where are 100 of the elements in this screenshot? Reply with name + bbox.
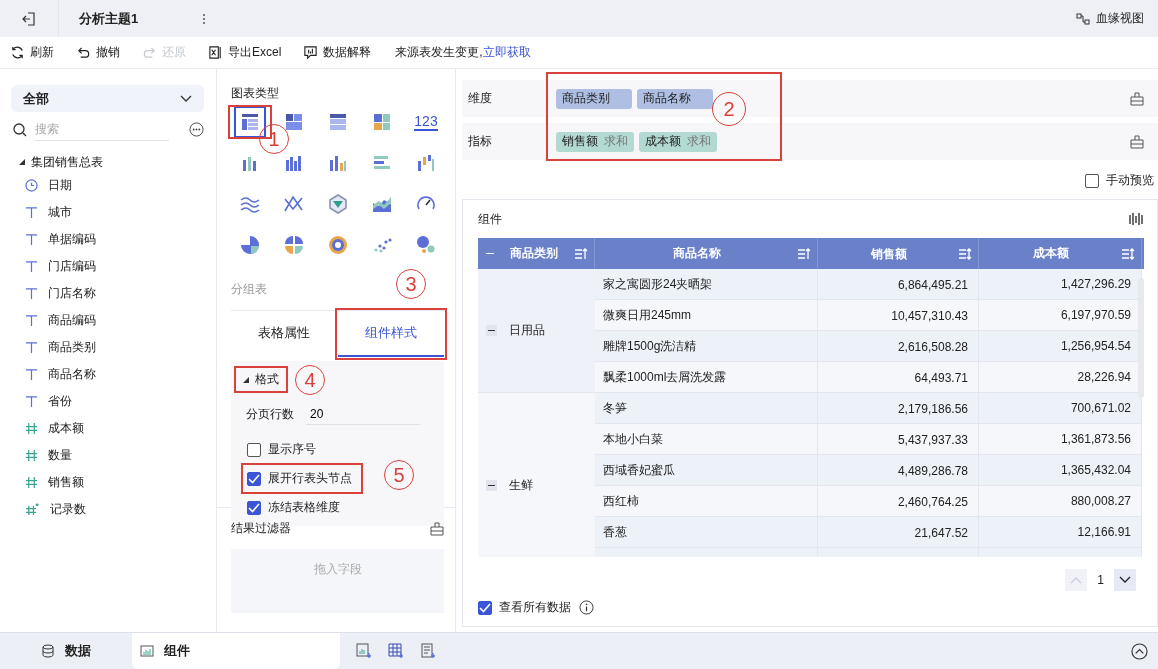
field-item[interactable]: 数量 bbox=[11, 442, 204, 469]
exit-icon[interactable] bbox=[21, 10, 37, 27]
toolbar-button[interactable]: 刷新 bbox=[10, 44, 54, 61]
search-icon[interactable] bbox=[13, 122, 27, 137]
field-item[interactable]: 门店名称 bbox=[11, 280, 204, 307]
checkbox-label: 查看所有数据 bbox=[499, 599, 571, 616]
refresh-icon bbox=[10, 45, 25, 60]
chart-type-option[interactable] bbox=[236, 108, 264, 136]
sort-icon[interactable] bbox=[574, 247, 588, 260]
dimension-pill[interactable]: 商品类别 bbox=[556, 88, 632, 109]
lineage-icon bbox=[1076, 12, 1090, 25]
table-cell: 香葱 bbox=[595, 517, 818, 547]
info-icon[interactable] bbox=[579, 600, 594, 615]
field-item[interactable]: 日期 bbox=[11, 172, 204, 199]
sort-icon[interactable] bbox=[1121, 247, 1135, 260]
text-type-icon bbox=[25, 206, 38, 219]
toolbar-button[interactable]: 数据解释 bbox=[303, 44, 372, 61]
checkbox[interactable] bbox=[247, 500, 261, 515]
field-item[interactable]: 商品编码 bbox=[11, 307, 204, 334]
dimension-pill[interactable]: 商品名称 bbox=[637, 88, 713, 109]
table-cell: 12,166.91 bbox=[979, 517, 1142, 547]
field-item[interactable]: 单据编码 bbox=[11, 226, 204, 253]
add-table-icon[interactable] bbox=[388, 643, 404, 659]
settings-icon[interactable] bbox=[1130, 91, 1144, 106]
ring-chart-icon bbox=[327, 234, 349, 256]
redo-icon bbox=[142, 45, 157, 60]
bar-chart-icon bbox=[415, 152, 437, 174]
more-icon[interactable] bbox=[202, 12, 207, 25]
table-cell: 微爽日用245mm bbox=[595, 300, 818, 330]
panel-tab[interactable]: 组件样式 bbox=[337, 311, 444, 357]
table-cell: 880,008.27 bbox=[979, 486, 1142, 516]
checkbox-label: 冻结表格维度 bbox=[268, 499, 340, 516]
field-item[interactable]: 城市 bbox=[11, 199, 204, 226]
text-type-icon bbox=[25, 314, 38, 327]
chart-type-name: 分组表 bbox=[231, 282, 267, 296]
metric-pill[interactable]: 销售额 求和 bbox=[556, 131, 634, 152]
table-cell: 本地小白菜 bbox=[595, 424, 818, 454]
sort-icon[interactable] bbox=[797, 247, 811, 260]
filter-settings-icon[interactable] bbox=[430, 521, 444, 536]
page-rows-field[interactable]: 20 bbox=[306, 404, 420, 425]
chevron-down-icon bbox=[1119, 576, 1131, 584]
widget-title: 组件 bbox=[478, 210, 502, 228]
field-item[interactable]: 记录数 bbox=[11, 496, 204, 523]
panel-tab[interactable]: 表格属性 bbox=[231, 311, 338, 357]
metric-pill[interactable]: 成本额 求和 bbox=[639, 131, 717, 152]
table-cell: 西域香妃蜜瓜 bbox=[595, 455, 818, 485]
table-cell: 家之寓圆形24夹晒架 bbox=[595, 269, 818, 299]
document-title[interactable]: 分析主题1 bbox=[79, 9, 139, 28]
field-item[interactable]: 商品类别 bbox=[11, 334, 204, 361]
search-field[interactable]: 搜索 bbox=[35, 118, 169, 141]
hash-icon bbox=[25, 422, 38, 435]
checkbox[interactable] bbox=[247, 442, 261, 457]
table-cell: 西红柿 bbox=[595, 486, 818, 516]
format-section-header[interactable]: 格式 bbox=[237, 369, 285, 390]
collapse-icon[interactable] bbox=[486, 480, 497, 491]
field-item[interactable]: 门店编码 bbox=[11, 253, 204, 280]
chart-type-option[interactable]: 123 bbox=[412, 108, 440, 136]
field-item[interactable]: 成本额 bbox=[11, 415, 204, 442]
next-page-button[interactable] bbox=[1114, 569, 1136, 591]
field-item[interactable]: 商品名称 bbox=[11, 361, 204, 388]
table-icon bbox=[283, 111, 305, 133]
table-cell: 飘柔1000ml去屑洗发露 bbox=[595, 362, 818, 392]
toolbar-button[interactable]: 撤销 bbox=[76, 44, 120, 61]
text-type-icon bbox=[25, 287, 38, 300]
checkbox-label: 展开行表头节点 bbox=[268, 470, 352, 487]
chevron-down-icon bbox=[180, 94, 192, 103]
sort-icon[interactable] bbox=[958, 248, 972, 260]
lineage-view-button[interactable]: 血缘视图 bbox=[1076, 10, 1144, 27]
more-icon[interactable] bbox=[189, 122, 204, 137]
table-icon bbox=[239, 111, 261, 133]
checkbox[interactable] bbox=[478, 600, 492, 615]
chart-icon bbox=[140, 644, 154, 658]
section-title: 图表类型 bbox=[231, 85, 280, 102]
caret-icon bbox=[243, 376, 249, 383]
add-text-icon[interactable] bbox=[420, 643, 436, 659]
bottom-tab[interactable]: 数据 bbox=[0, 633, 132, 669]
field-item[interactable]: 省份 bbox=[11, 388, 204, 415]
caret-icon bbox=[19, 159, 25, 165]
checkbox-label: 手动预览 bbox=[1106, 172, 1154, 189]
hash-icon bbox=[25, 449, 38, 462]
field-item[interactable]: 销售额 bbox=[11, 469, 204, 496]
dataset-node[interactable]: 集团销售总表 bbox=[19, 152, 204, 172]
table-cell: 生鲜 bbox=[478, 393, 595, 557]
checkbox[interactable] bbox=[247, 471, 261, 486]
bottom-tab[interactable]: 组件 bbox=[132, 633, 340, 669]
checkbox[interactable] bbox=[1085, 173, 1099, 188]
database-icon bbox=[41, 644, 55, 658]
notice-text: 来源表发生变更, bbox=[395, 44, 483, 61]
toolbar-button[interactable]: 导出Excel bbox=[208, 44, 282, 61]
collapse-icon[interactable] bbox=[486, 325, 497, 336]
radar-icon bbox=[327, 193, 349, 215]
settings-icon[interactable] bbox=[1130, 134, 1144, 149]
chart-toggle-icon[interactable] bbox=[1129, 212, 1143, 226]
text-type-icon bbox=[25, 233, 38, 246]
clock-icon bbox=[25, 179, 38, 192]
field-label: 维度 bbox=[467, 90, 493, 107]
collapse-up-icon[interactable] bbox=[1131, 642, 1148, 660]
section-title: 结果过滤器 bbox=[231, 520, 291, 537]
scope-dropdown[interactable]: 全部 bbox=[11, 85, 204, 112]
add-chart-icon[interactable] bbox=[356, 643, 372, 659]
